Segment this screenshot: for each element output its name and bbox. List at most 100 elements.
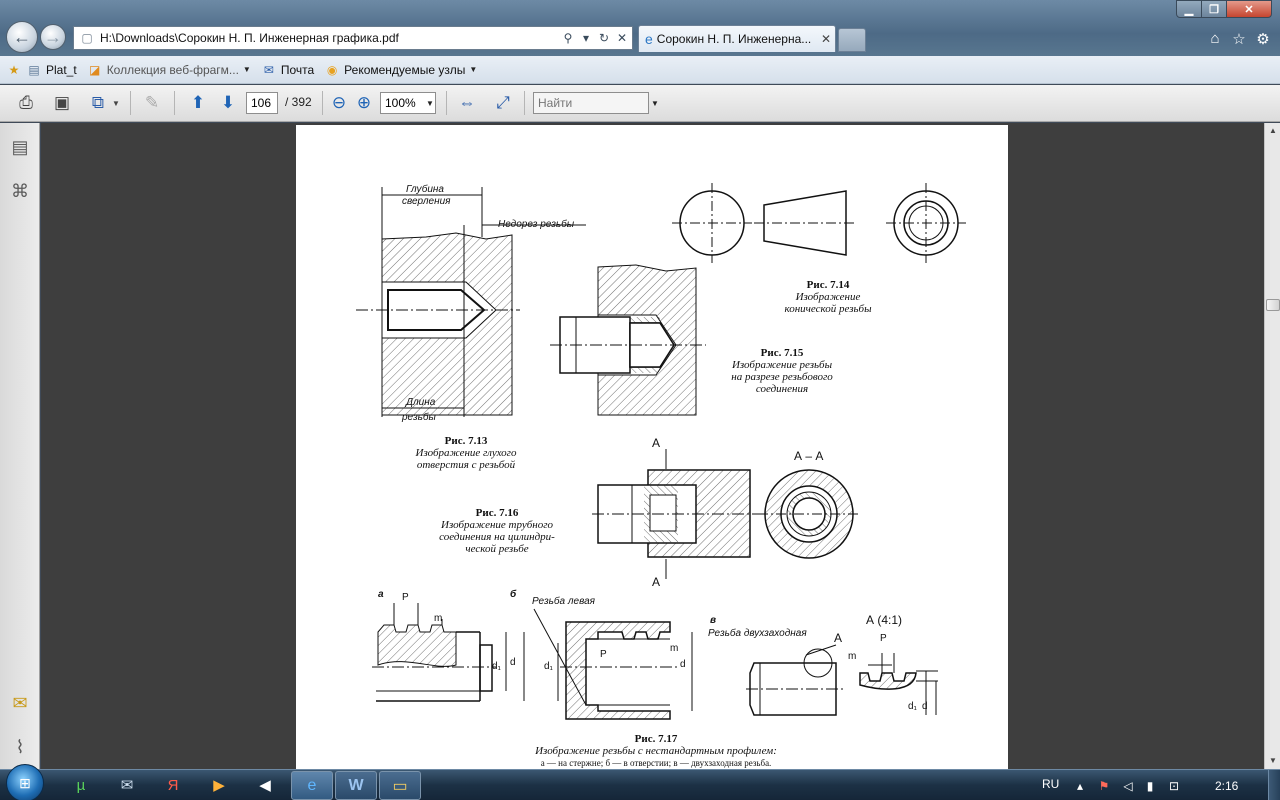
caption-line: Изображение резьбы	[731, 359, 833, 371]
pitch-label-b: P	[600, 649, 607, 660]
previous-page-icon[interactable]: ⬆	[186, 92, 210, 114]
dropdown-caret-icon[interactable]: ▾	[578, 31, 594, 45]
maximize-button[interactable]: ❐	[1201, 0, 1227, 18]
bookmarks-panel-icon[interactable]: ⌘	[8, 179, 32, 203]
d-label-c: d	[922, 701, 928, 712]
favorite-mail[interactable]: ✉ Почта	[261, 62, 314, 78]
show-desktop-button[interactable]	[1268, 770, 1280, 800]
chevron-down-icon: ▼	[242, 65, 251, 74]
zoom-in-icon[interactable]: ⊕	[352, 92, 376, 114]
chevron-down-icon[interactable]: ▼	[426, 99, 434, 108]
toolbar-separator	[524, 91, 525, 115]
minimize-button[interactable]: ▁	[1176, 0, 1202, 18]
speaker-app-icon[interactable]: ◀	[252, 773, 278, 797]
fit-width-icon[interactable]: ⇔	[455, 92, 479, 114]
start-button[interactable]: ⊞	[6, 764, 44, 800]
forward-button[interactable]: →	[40, 24, 66, 50]
figure-number: Рис. 7.15	[760, 347, 804, 359]
comment-icon[interactable]: ✎	[140, 92, 164, 114]
figure-number: Рис. 7.16	[475, 507, 519, 519]
navigation-pane: ▤ ⌘ ✉ ⌇	[0, 123, 40, 769]
search-icon[interactable]: ⚲	[560, 31, 576, 45]
page-number-input[interactable]	[246, 92, 278, 114]
tab-close-icon[interactable]: ✕	[819, 32, 833, 46]
web-slice-icon: ◪	[89, 62, 101, 77]
scroll-down-icon[interactable]: ▼	[1265, 753, 1280, 769]
chevron-down-icon[interactable]: ▼	[651, 99, 659, 108]
word-icon: W	[348, 776, 364, 794]
next-page-icon[interactable]: ⬇	[216, 92, 240, 114]
arrow-right-icon: →	[44, 26, 62, 47]
taskbar-word-button[interactable]: W	[335, 771, 377, 800]
tray-expand-icon[interactable]: ▴	[1072, 779, 1088, 793]
taskbar-explorer-button[interactable]: ▭	[379, 771, 421, 800]
pages-panel-icon[interactable]: ▤	[8, 135, 32, 159]
page-total-label: / 392	[285, 95, 312, 109]
favorite-suggested-sites[interactable]: ◉ Рекомендуемые узлы ▼	[324, 62, 477, 78]
print-icon[interactable]: ⎙	[14, 92, 38, 114]
volume-icon[interactable]: ◁	[1120, 779, 1136, 793]
chevron-down-icon[interactable]: ▼	[110, 92, 122, 114]
scroll-up-icon[interactable]: ▲	[1265, 123, 1280, 139]
windows-logo-icon: ⊞	[19, 774, 31, 791]
figure-number: Рис. 7.14	[806, 279, 850, 291]
fit-page-icon[interactable]: ⤢	[491, 92, 515, 114]
label-depth-2: сверления	[402, 196, 451, 207]
detail-title: А (4:1)	[866, 613, 903, 627]
tab-active[interactable]: e Сорокин Н. П. Инженерна... ✕	[638, 25, 836, 52]
yandex-browser-icon[interactable]: Я	[160, 773, 186, 797]
share-icon[interactable]: ⧉	[86, 92, 110, 114]
save-icon[interactable]: ▣	[50, 92, 74, 114]
power-icon[interactable]: ▮	[1142, 779, 1158, 793]
label-text: Глубина	[406, 184, 444, 195]
address-text[interactable]: H:\Downloads\Сорокин Н. П. Инженерная гр…	[96, 31, 560, 45]
document-viewer[interactable]: Глубина сверления Недорез резьбы Длина р…	[41, 123, 1264, 769]
toolbar-separator	[446, 91, 447, 115]
d1-label: d₁	[492, 661, 501, 672]
back-button[interactable]: ←	[6, 21, 38, 53]
zoom-out-icon[interactable]: ⊖	[327, 92, 351, 114]
clock[interactable]: 2:16	[1215, 779, 1238, 793]
caption-line: на разрезе резьбового	[731, 371, 833, 383]
attachment-icon[interactable]: ⌇	[8, 735, 32, 759]
caption-line: ческой резьбе	[465, 543, 529, 555]
comments-icon[interactable]: ✉	[8, 691, 32, 715]
favorite-web-slice-gallery[interactable]: ◪ Коллекция веб-фрагм... ▼	[87, 62, 251, 78]
favorites-star-icon[interactable]: ☆	[1229, 30, 1249, 48]
refresh-icon[interactable]: ↻	[596, 31, 612, 45]
action-center-icon[interactable]: ⚑	[1096, 779, 1112, 793]
section-mark-top: А	[652, 436, 661, 450]
tools-gear-icon[interactable]: ⚙	[1253, 30, 1273, 48]
m-label-c: m	[848, 651, 857, 662]
taskbar-ie-button[interactable]: e	[291, 771, 333, 800]
stop-icon[interactable]: ✕	[614, 31, 630, 45]
caption-fig-7-17: Рис. 7.17 Изображение резьбы с нестандар…	[476, 733, 836, 769]
favorite-link-plat[interactable]: ▤ Plat_t	[26, 62, 76, 78]
find-input[interactable]: Найти	[533, 92, 649, 114]
media-player-icon[interactable]: ▶	[206, 773, 232, 797]
vertical-scrollbar[interactable]: ▲ ▼	[1264, 123, 1280, 769]
label-length-2: резьбы	[402, 412, 436, 423]
m-label: m	[434, 613, 443, 624]
figure-number: Рис. 7.17	[634, 733, 678, 745]
utorrent-icon[interactable]: µ	[68, 773, 94, 797]
label-double-start: Резьба двухзаходная	[708, 628, 807, 639]
caption-line: Изображение	[795, 291, 861, 303]
toolbar-separator	[130, 91, 131, 115]
sub-label-a: а	[378, 589, 384, 600]
close-window-button[interactable]: ✕	[1226, 0, 1272, 18]
scroll-thumb[interactable]	[1266, 299, 1280, 311]
caption-fig-7-15: Рис. 7.15 Изображение резьбы на разрезе …	[712, 347, 852, 395]
new-tab-button[interactable]	[838, 28, 866, 52]
label-undercut: Недорез резьбы	[498, 219, 575, 230]
add-favorites-star-icon[interactable]: ★	[6, 62, 22, 78]
page-icon: ▢	[81, 31, 93, 45]
home-icon[interactable]: ⌂	[1205, 30, 1225, 48]
language-indicator[interactable]: RU	[1042, 777, 1059, 791]
mail-icon[interactable]: ✉	[114, 773, 140, 797]
caption-line: Изображение трубного	[441, 519, 553, 531]
fig-7-15-drawing	[550, 264, 706, 416]
caption-line: отверстия с резьбой	[416, 459, 516, 471]
address-bar[interactable]: ▢ H:\Downloads\Сорокин Н. П. Инженерная …	[73, 26, 633, 50]
network-icon[interactable]: ⊡	[1166, 779, 1182, 793]
